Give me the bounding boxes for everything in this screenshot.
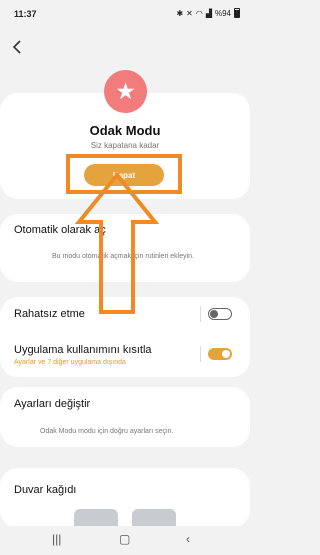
home-icon[interactable]: ▢ — [119, 532, 130, 546]
arrow-shape — [74, 171, 160, 314]
recents-icon[interactable]: ||| — [52, 532, 61, 546]
navigation-bar: ||| ▢ ‹ — [0, 526, 250, 555]
up-arrow-annotation — [74, 171, 160, 314]
back-nav-icon[interactable]: ‹ — [186, 532, 190, 546]
